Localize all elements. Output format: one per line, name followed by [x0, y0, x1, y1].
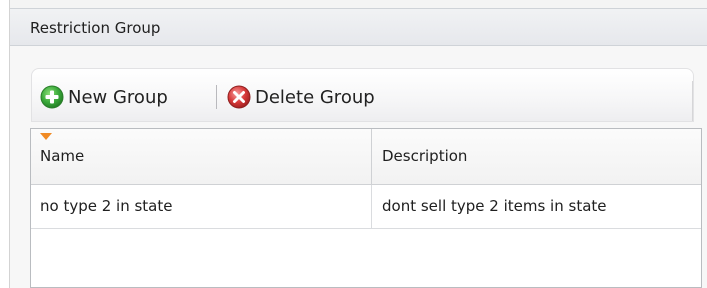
panel-header: Restriction Group [10, 8, 707, 46]
cell-description-text: dont sell type 2 items in state [382, 197, 607, 215]
toolbar-edge [692, 81, 693, 121]
delete-group-button[interactable]: Delete Group [227, 83, 375, 111]
delete-group-label: Delete Group [255, 86, 375, 108]
column-header-description[interactable]: Description [372, 129, 701, 184]
toolbar: New Group Delete Group [31, 68, 694, 122]
delete-circle-icon [227, 85, 251, 109]
restriction-groups-grid: Name Description no type 2 in state dont… [30, 128, 702, 288]
cell-name[interactable]: no type 2 in state [31, 185, 372, 228]
restriction-group-window: Restriction Group New Group Delete Group… [9, 0, 707, 288]
grid-header: Name Description [31, 129, 701, 185]
panel-title: Restriction Group [30, 19, 161, 37]
column-header-name-label: Name [40, 147, 85, 165]
panel-body: New Group Delete Group Name Description … [10, 46, 707, 288]
column-header-name[interactable]: Name [31, 129, 372, 184]
table-row[interactable]: no type 2 in state dont sell type 2 item… [31, 185, 701, 229]
toolbar-separator [216, 85, 217, 109]
filter-indicator-icon[interactable] [40, 133, 52, 140]
cell-description[interactable]: dont sell type 2 items in state [372, 185, 701, 228]
new-group-label: New Group [68, 86, 168, 108]
column-header-description-label: Description [382, 147, 468, 165]
cell-name-text: no type 2 in state [40, 197, 173, 215]
add-circle-icon [40, 85, 64, 109]
new-group-button[interactable]: New Group [40, 83, 168, 111]
